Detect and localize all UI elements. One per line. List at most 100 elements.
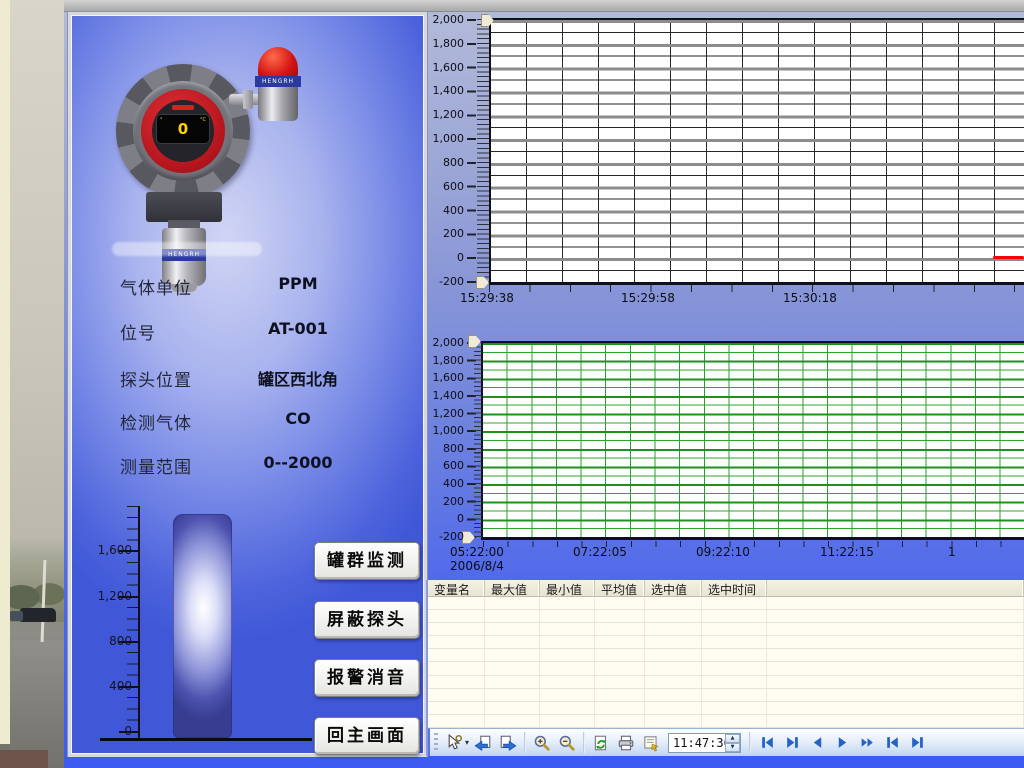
- top-chart-y-label: 800: [418, 156, 464, 169]
- top-chart-x-ticks: [489, 285, 1024, 292]
- time-spin-up-icon[interactable]: ▲: [725, 734, 740, 743]
- nav-prev-icon[interactable]: [806, 732, 828, 754]
- panel-highlight: [112, 242, 262, 256]
- table-cell: [767, 702, 1024, 714]
- table-cell: [702, 597, 767, 609]
- info-value-4: 0--2000: [228, 453, 368, 472]
- table-cell: [645, 636, 702, 648]
- table-cell: [767, 610, 1024, 622]
- table-cell: [645, 715, 702, 727]
- table-row: [428, 623, 1024, 636]
- toolbar-separator: [749, 732, 751, 753]
- nav-first-2-icon[interactable]: [881, 732, 903, 754]
- table-cell: [485, 676, 540, 688]
- photo-car: [20, 608, 56, 622]
- gauge-major-tick: [119, 550, 138, 552]
- panel-button-2[interactable]: 报警消音: [314, 659, 420, 697]
- print-icon[interactable]: [615, 732, 637, 754]
- table-cell: [595, 715, 645, 727]
- table-header-cell[interactable]: 平均值: [595, 580, 645, 596]
- table-cell: [702, 702, 767, 714]
- nav-fast-forward-icon[interactable]: [856, 732, 878, 754]
- page-left-icon[interactable]: [472, 732, 494, 754]
- top-chart-x-label: 15:29:58: [611, 291, 685, 305]
- info-value-1: AT-001: [228, 319, 368, 338]
- top-chart-y-label: 1,400: [418, 84, 464, 97]
- toolbar-grip[interactable]: [434, 733, 438, 753]
- table-cell: [702, 689, 767, 701]
- table-cell: [767, 636, 1024, 648]
- table-row: [428, 676, 1024, 689]
- bottom-chart-minor-ticks: [474, 342, 482, 538]
- info-label-2: 探头位置: [120, 366, 230, 391]
- cursor-tool-dropdown-icon[interactable]: ▾: [465, 738, 469, 747]
- photo-car: [10, 611, 23, 621]
- table-body: [428, 597, 1024, 728]
- table-cell: [428, 623, 485, 635]
- table-cell: [485, 610, 540, 622]
- table-cell: [428, 597, 485, 609]
- info-value-3: CO: [228, 409, 368, 428]
- panel-button-3[interactable]: 回主画面: [314, 717, 420, 755]
- nav-last-icon[interactable]: [781, 732, 803, 754]
- statistics-table[interactable]: 变量名最大值最小值平均值选中值选中时间: [428, 580, 1024, 728]
- top-chart-x-label: 15:30:18: [773, 291, 847, 305]
- table-cell: [645, 702, 702, 714]
- nav-next-icon[interactable]: [831, 732, 853, 754]
- panel-button-1[interactable]: 屏蔽探头: [314, 601, 420, 639]
- time-spinner[interactable]: 11:47:36 ▲ ▼: [668, 733, 741, 753]
- table-cell: [595, 597, 645, 609]
- zoom-out-icon[interactable]: [556, 732, 578, 754]
- table-cell: [540, 662, 595, 674]
- table-cell: [645, 610, 702, 622]
- table-header-cell[interactable]: 最小值: [540, 580, 595, 596]
- table-cell: [595, 676, 645, 688]
- top-chart-y-label: 1,000: [418, 132, 464, 145]
- nav-first-icon[interactable]: [756, 732, 778, 754]
- table-cell: [540, 649, 595, 661]
- table-row: [428, 715, 1024, 728]
- table-header-cell[interactable]: 选中值: [645, 580, 702, 596]
- info-label-3: 检测气体: [120, 409, 230, 434]
- page-right-icon[interactable]: [497, 732, 519, 754]
- table-cell: [485, 715, 540, 727]
- table-cell: [540, 689, 595, 701]
- realtime-trend-chart[interactable]: [489, 18, 1024, 285]
- zoom-in-icon[interactable]: [531, 732, 553, 754]
- beacon-pipe-nut: [243, 90, 253, 109]
- table-cell: [645, 623, 702, 635]
- history-trend-chart[interactable]: [481, 341, 1024, 540]
- table-cell: [645, 649, 702, 661]
- bottom-chart-y-label: 1,000: [418, 424, 464, 437]
- table-cell: [428, 636, 485, 648]
- table-cell: [702, 662, 767, 674]
- table-cell: [540, 610, 595, 622]
- info-label-1: 位号: [120, 319, 230, 344]
- display-glyph: °: [160, 118, 163, 123]
- table-header-cell[interactable]: 变量名: [428, 580, 485, 596]
- gas-detector-display-value: 0: [178, 120, 188, 138]
- bottom-chart-date-label: 2006/8/4: [440, 559, 514, 573]
- table-header-filler: [767, 580, 1024, 596]
- time-spin-down-icon[interactable]: ▼: [725, 743, 740, 752]
- table-cell: [645, 689, 702, 701]
- top-chart-y-label: 200: [418, 227, 464, 240]
- table-cell: [540, 715, 595, 727]
- gauge-major-tick: [119, 596, 138, 598]
- table-header-cell[interactable]: 最大值: [485, 580, 540, 596]
- table-cell: [767, 715, 1024, 727]
- cursor-tool-icon[interactable]: [443, 732, 465, 754]
- panel-button-0[interactable]: 罐群监测: [314, 542, 420, 580]
- table-cell: [485, 597, 540, 609]
- table-header-cell[interactable]: 选中时间: [702, 580, 767, 596]
- properties-icon[interactable]: [640, 732, 662, 754]
- bottom-chart-x-label-clipped: 1: [948, 545, 958, 559]
- table-cell: [702, 715, 767, 727]
- nav-last-2-icon[interactable]: [906, 732, 928, 754]
- table-cell: [767, 689, 1024, 701]
- table-cell: [540, 623, 595, 635]
- refresh-icon[interactable]: [590, 732, 612, 754]
- bottom-chart-y-label: 800: [418, 442, 464, 455]
- table-cell: [645, 662, 702, 674]
- gauge-axis: [138, 506, 140, 740]
